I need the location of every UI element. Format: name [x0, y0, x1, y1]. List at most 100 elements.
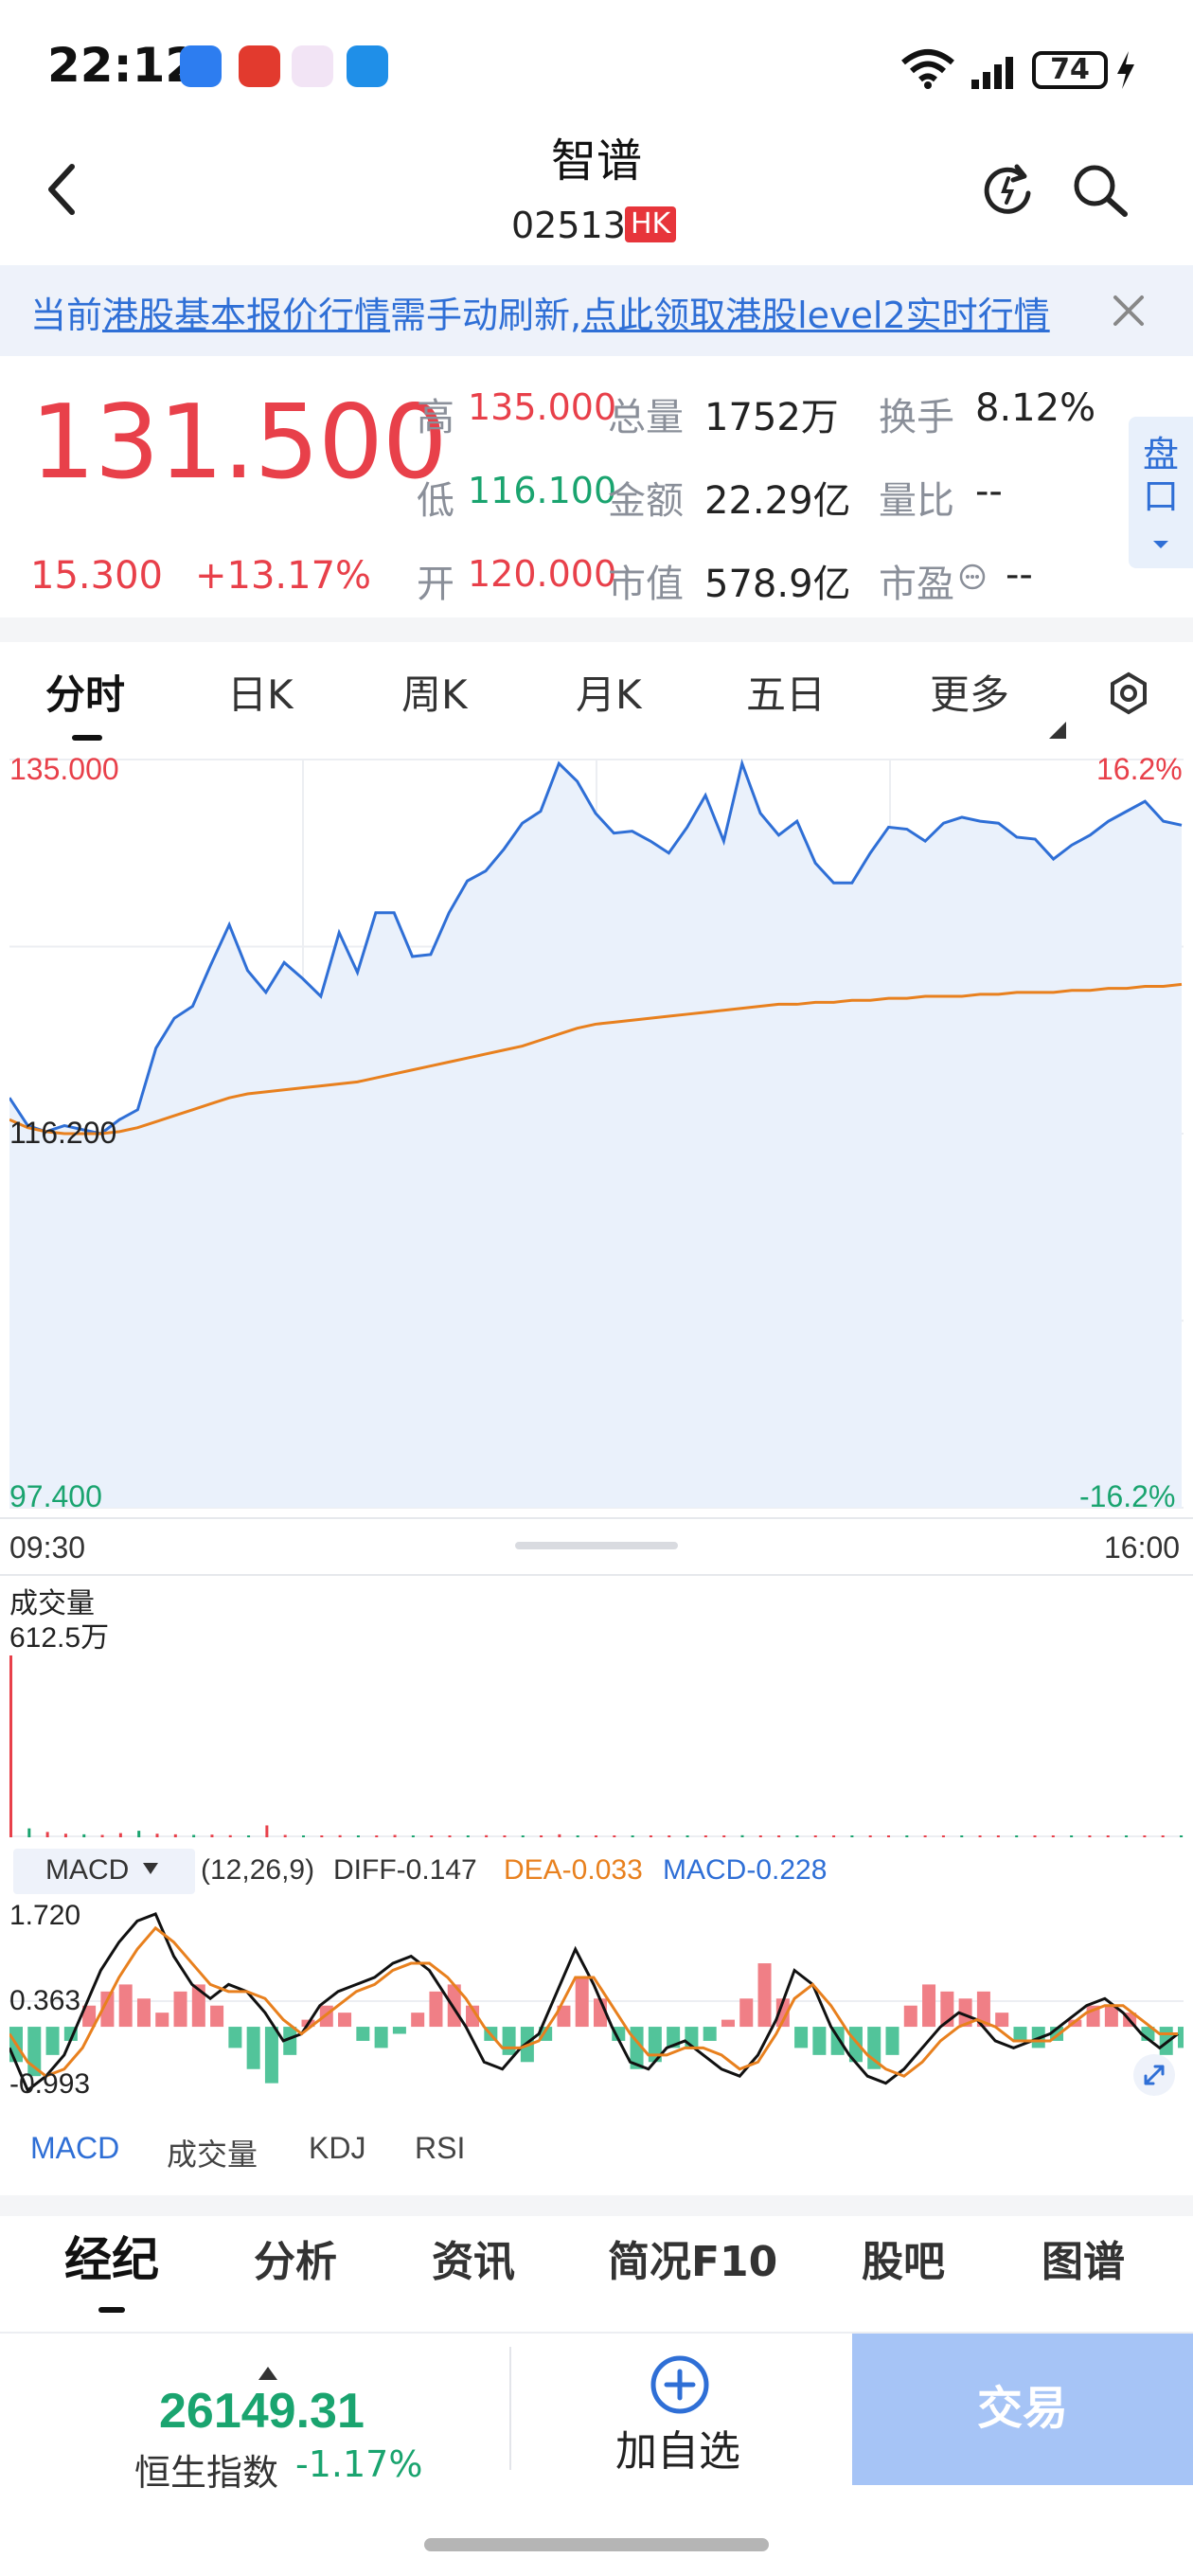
macd-bar: [173, 1991, 187, 2028]
indicator-tab-volume[interactable]: 成交量: [167, 2131, 258, 2174]
price-axis-mid: 116.200: [9, 1116, 117, 1150]
indicator-tab-kdj[interactable]: KDJ: [309, 2131, 365, 2166]
tab-five-day[interactable]: 五日: [746, 663, 826, 721]
macd-bar: [374, 2027, 388, 2048]
time-axis-start: 09:30: [9, 1530, 86, 1565]
hsi-index-value[interactable]: 26149.31: [159, 2383, 365, 2440]
tab-profile-f10[interactable]: 简况F10: [608, 2227, 777, 2288]
tab-analysis[interactable]: 分析: [254, 2227, 337, 2288]
macd-bar: [429, 1991, 443, 2028]
tab-graph[interactable]: 图谱: [1042, 2227, 1125, 2288]
tab-news[interactable]: 资讯: [432, 2227, 515, 2288]
hsi-index-change: -1.17%: [295, 2443, 423, 2485]
volume-chart[interactable]: [9, 1648, 1184, 1837]
macd-bar: [903, 2005, 917, 2028]
volume-bar: [813, 1835, 817, 1837]
current-price: 131.500: [30, 384, 448, 502]
open-value: 120.000: [468, 553, 617, 595]
volume-bar: [430, 1835, 434, 1837]
macd-axis-bottom: -0.993: [9, 2068, 91, 2100]
status-time: 22:12: [47, 38, 199, 93]
macd-bar: [502, 2027, 516, 2055]
refresh-icon[interactable]: [979, 161, 1036, 218]
more-caret-icon: [1049, 722, 1066, 739]
add-watchlist-icon[interactable]: [650, 2354, 710, 2415]
volume-bar: [448, 1835, 452, 1837]
tab-forum[interactable]: 股吧: [862, 2227, 945, 2288]
volume-ratio-value: --: [975, 470, 1003, 513]
volume-bar: [503, 1835, 507, 1837]
time-axis-end: 16:00: [1104, 1530, 1181, 1565]
volume-bar: [210, 1834, 214, 1837]
price-area: [9, 763, 1182, 1508]
volume-bar: [302, 1835, 305, 1837]
tab-daily-k[interactable]: 日K: [227, 663, 294, 721]
tab-intraday[interactable]: 分时: [45, 663, 125, 721]
low-label: 低: [417, 479, 454, 523]
volume-bar: [320, 1835, 324, 1837]
volume-bar: [832, 1835, 836, 1837]
volume-bar: [558, 1834, 561, 1837]
indicator-tab-macd[interactable]: MACD: [30, 2131, 119, 2166]
chart-drag-handle[interactable]: [515, 1542, 678, 1549]
wifi-icon: [901, 49, 954, 89]
volume-bar: [1015, 1835, 1019, 1837]
macd-params: (12,26,9): [201, 1854, 315, 1886]
volume-bar: [576, 1835, 579, 1837]
pe-info-icon[interactable]: [958, 563, 987, 591]
macd-bar: [210, 2005, 224, 2028]
macd-bar: [228, 2027, 242, 2048]
volume-bar: [850, 1835, 854, 1837]
volume-bar: [740, 1834, 744, 1837]
add-watchlist-label[interactable]: 加自选: [615, 2417, 740, 2478]
volume-bar: [868, 1835, 872, 1837]
tab-weekly-k[interactable]: 周K: [401, 663, 468, 721]
volume-bar: [485, 1834, 489, 1837]
macd-dea: DEA-0.033: [504, 1854, 643, 1886]
order-book-toggle[interactable]: 盘口: [1129, 417, 1193, 568]
trade-button[interactable]: 交易: [852, 2334, 1193, 2485]
tab-more[interactable]: 更多: [930, 663, 1009, 721]
close-icon[interactable]: [1110, 292, 1148, 330]
signal-icon: [971, 57, 1013, 89]
macd-axis-mid: 0.363: [9, 1985, 81, 2016]
macd-bar: [356, 2027, 370, 2041]
volume-bar: [155, 1834, 159, 1837]
hsi-index-name[interactable]: 恒生指数: [134, 2443, 278, 2496]
intraday-price-chart[interactable]: [9, 750, 1184, 1517]
home-indicator[interactable]: [424, 2538, 769, 2551]
indicator-selector-label[interactable]: MACD: [45, 1854, 129, 1887]
banner-link: 点此领取港股level2实时行情: [581, 295, 1050, 336]
volume-bar: [1106, 1835, 1110, 1837]
volume-bar: [887, 1835, 890, 1837]
market-badge: HK: [625, 206, 677, 242]
volume-bar: [45, 1832, 49, 1837]
price-axis-bottom: 97.400: [9, 1479, 102, 1513]
macd-chart[interactable]: [9, 1898, 1184, 2104]
volume-bar: [1161, 1835, 1165, 1837]
volume-bar: [63, 1834, 67, 1837]
volume-bar: [960, 1835, 964, 1837]
volume-bar: [595, 1835, 597, 1837]
volume-bar: [1180, 1835, 1183, 1837]
expand-chart-icon[interactable]: [1132, 2053, 1176, 2097]
index-up-arrow-icon: [258, 2367, 277, 2380]
low-value: 116.100: [468, 470, 617, 511]
banner-text[interactable]: 当前港股基本报价行情需手动刷新,点此领取港股level2实时行情: [30, 286, 1050, 338]
pe-label: 市盈: [879, 563, 954, 606]
high-label: 高: [417, 396, 454, 439]
search-icon[interactable]: [1070, 161, 1131, 222]
high-value: 135.000: [468, 386, 617, 428]
turnover-label: 换手: [879, 396, 954, 439]
tab-broker[interactable]: 经纪: [64, 2222, 159, 2290]
indicator-tab-rsi[interactable]: RSI: [415, 2131, 465, 2166]
macd-bar: [392, 2027, 406, 2034]
caret-down-icon: [1153, 541, 1168, 548]
battery-level: 74: [1032, 51, 1108, 89]
tab-monthly-k[interactable]: 月K: [576, 663, 642, 721]
active-tab-indicator: [72, 735, 102, 741]
chart-settings-icon[interactable]: [1106, 671, 1151, 716]
open-label: 开: [417, 563, 454, 606]
volume-bar: [137, 1831, 141, 1837]
level2-banner[interactable]: 当前港股基本报价行情需手动刷新,点此领取港股level2实时行情: [0, 265, 1193, 356]
